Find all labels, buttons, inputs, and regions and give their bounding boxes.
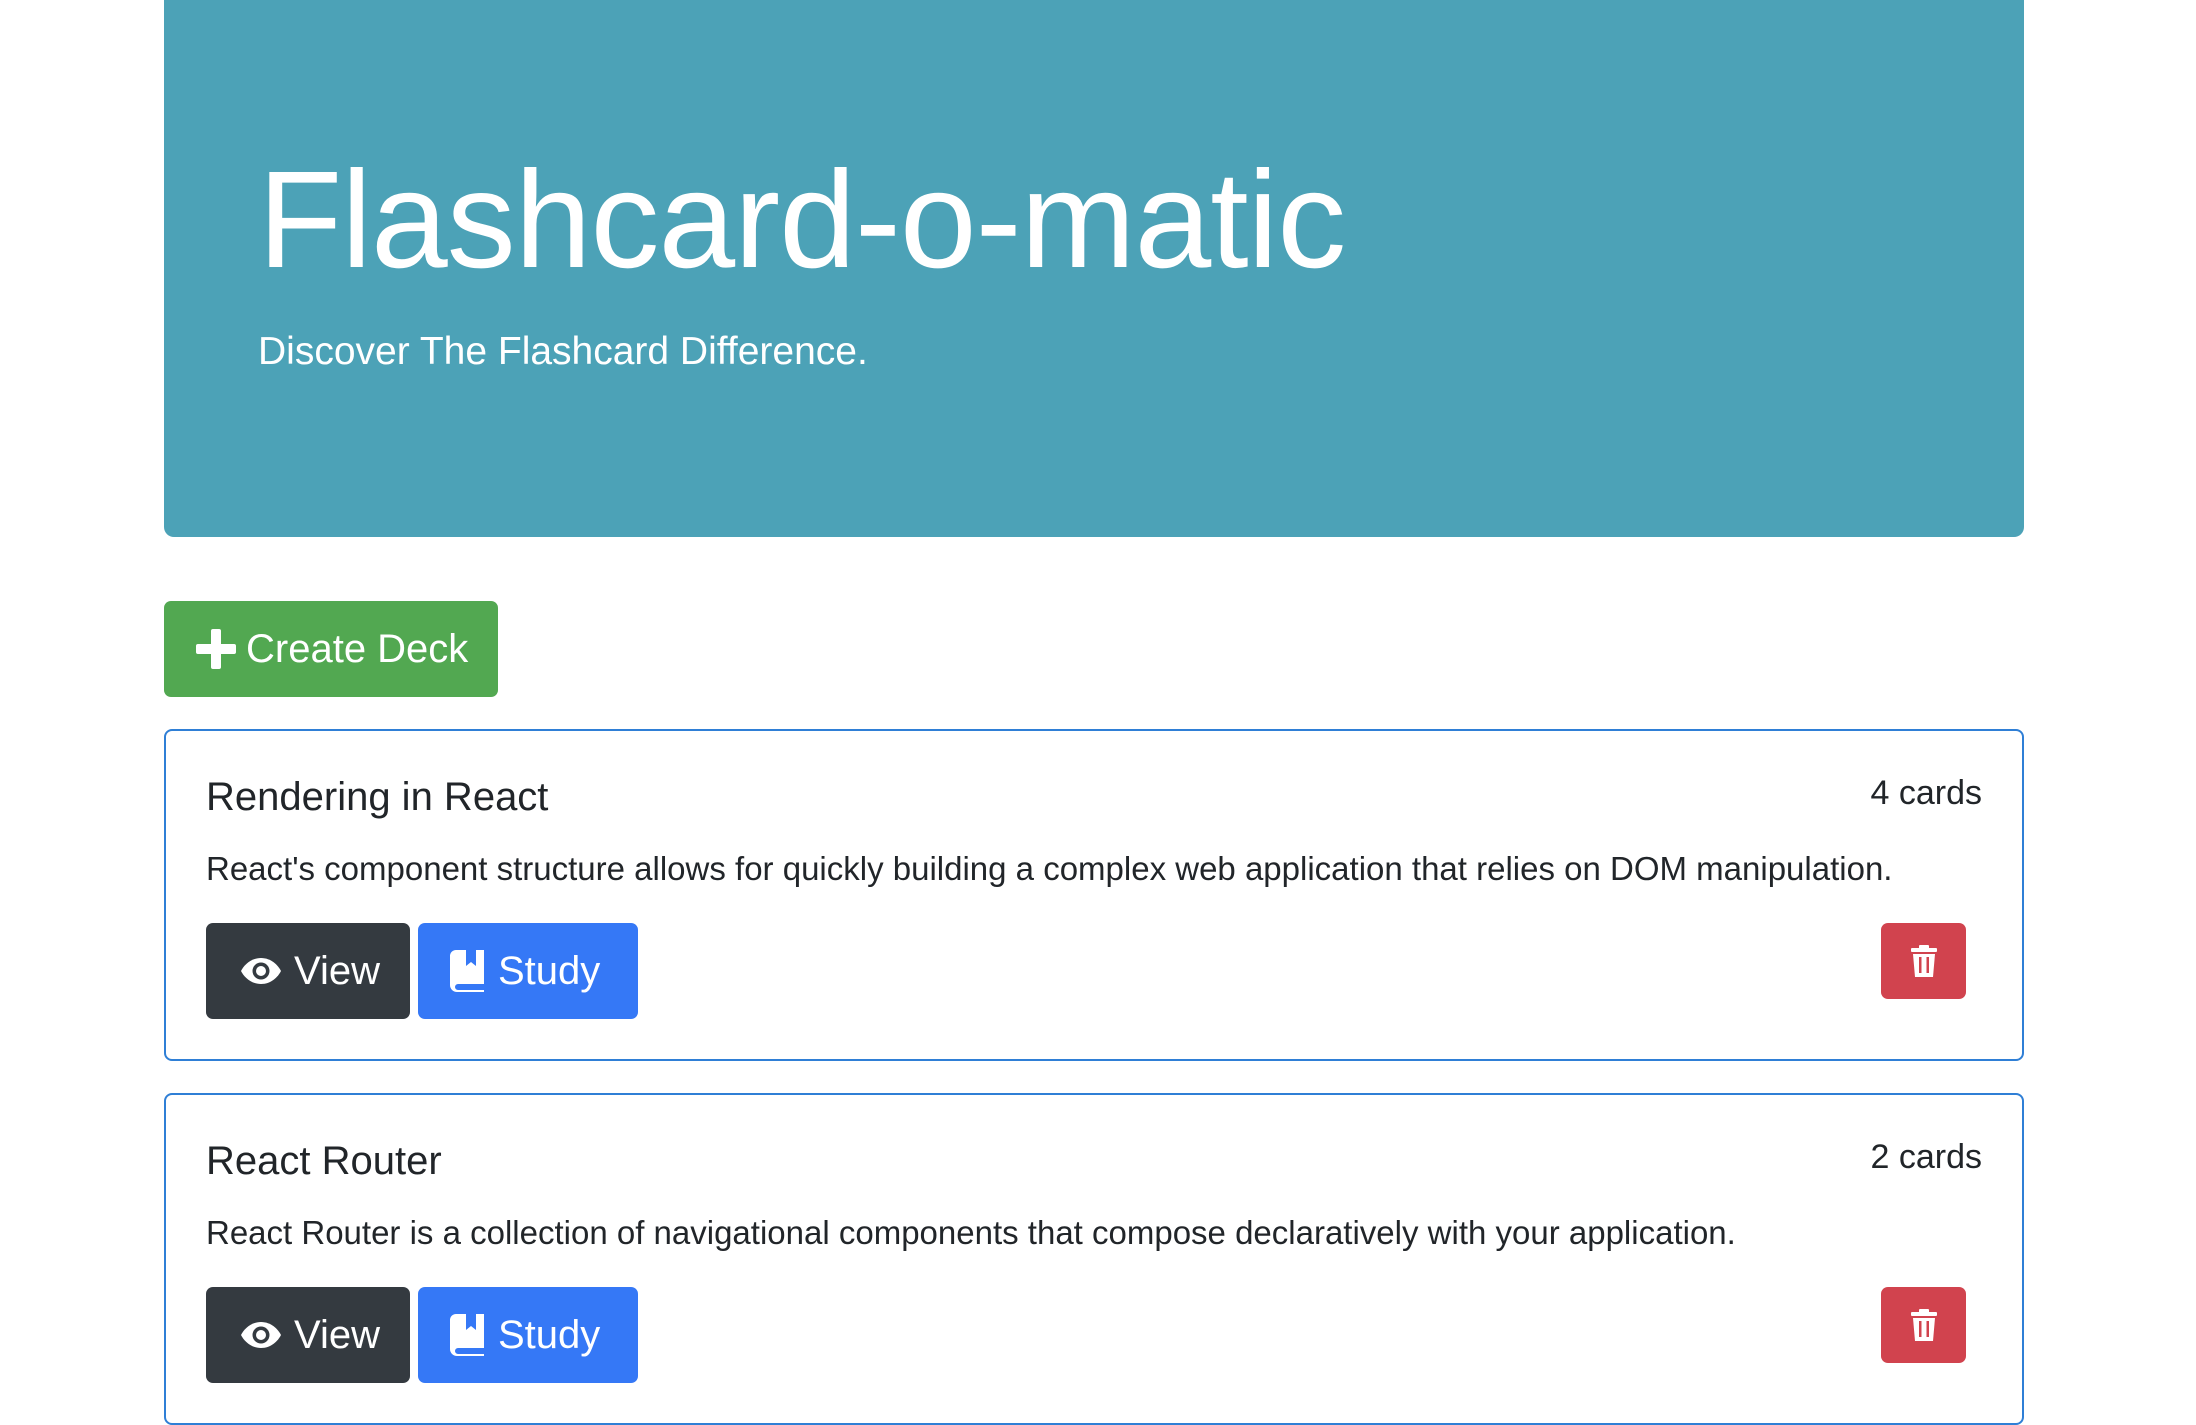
deck-card-count: 4 cards [1870,774,1983,812]
study-deck-button[interactable]: Study [418,1287,638,1383]
header-banner: Flashcard-o-matic Discover The Flashcard… [164,0,2024,537]
view-button-label: View [294,948,380,993]
deck-card: Rendering in React 4 cards React's compo… [164,729,2024,1061]
deck-title: React Router [206,1139,442,1183]
deck-card: React Router 2 cards React Router is a c… [164,1093,2024,1425]
main-container: Flashcard-o-matic Discover The Flashcard… [164,0,2024,1425]
eye-icon [240,1320,282,1350]
create-deck-label: Create Deck [246,626,469,671]
book-icon [450,1314,486,1356]
study-deck-button[interactable]: Study [418,923,638,1019]
deck-description: React's component structure allows for q… [206,850,1893,887]
eye-icon [240,956,282,986]
view-button-label: View [294,1312,380,1357]
book-icon [450,950,486,992]
deck-card-count: 2 cards [1870,1138,1983,1176]
deck-description: React Router is a collection of navigati… [206,1214,1736,1251]
delete-deck-button[interactable] [1881,1287,1966,1363]
trash-icon [1910,945,1937,977]
view-deck-button[interactable]: View [206,1287,410,1383]
delete-deck-button[interactable] [1881,923,1966,999]
plus-icon [196,629,236,669]
deck-title: Rendering in React [206,775,549,819]
study-button-label: Study [498,1312,601,1357]
view-deck-button[interactable]: View [206,923,410,1019]
app-title: Flashcard-o-matic [258,143,1346,297]
app-subtitle: Discover The Flashcard Difference. [258,330,868,373]
study-button-label: Study [498,948,601,993]
create-deck-button[interactable]: Create Deck [164,601,498,697]
trash-icon [1910,1309,1937,1341]
